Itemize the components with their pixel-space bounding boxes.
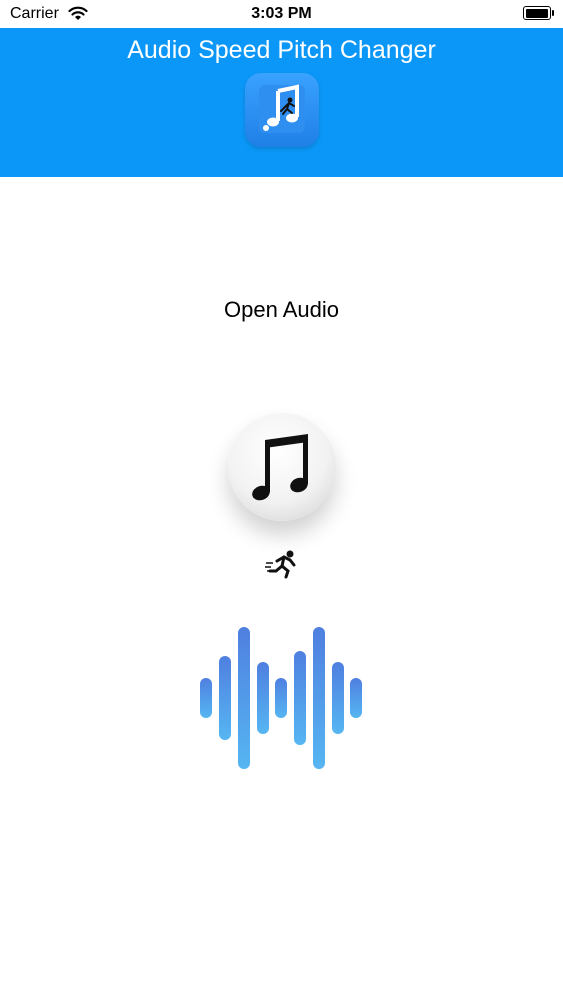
app-header: Audio Speed Pitch Changer (0, 28, 563, 177)
audio-waveform-icon (200, 627, 364, 774)
battery-icon (523, 6, 554, 20)
music-note-runner-icon (245, 73, 319, 147)
music-note-icon (252, 434, 308, 501)
status-time: 3:03 PM (251, 5, 312, 22)
open-audio-button[interactable]: Open Audio (0, 297, 563, 323)
page-title: Audio Speed Pitch Changer (127, 36, 436, 64)
status-bar: Carrier 3:03 PM (0, 0, 563, 28)
select-audio-button[interactable] (228, 413, 336, 521)
running-person-icon (264, 549, 300, 584)
